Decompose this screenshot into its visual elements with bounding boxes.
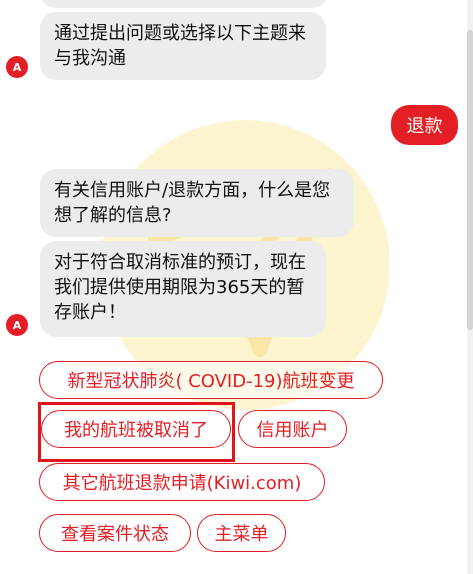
- bot-message-text: 有关信用账户/退款方面，什么是您想了解的信息?: [54, 180, 331, 226]
- bot-message-text: 对于符合取消标准的预订，现在我们提供使用期限为365天的暂存账户！: [54, 252, 306, 323]
- quick-reply-main-menu[interactable]: 主菜单: [197, 514, 286, 552]
- scrollbar-thumb[interactable]: [467, 30, 473, 330]
- highlight-box: [38, 402, 235, 462]
- bot-message: 通过提出问题或选择以下主题来与我沟通: [40, 12, 326, 80]
- quick-reply-label: 其它航班退款申请(Kiwi.com): [62, 473, 302, 494]
- bot-avatar: A: [6, 314, 28, 336]
- quick-reply-label: 主菜单: [214, 524, 269, 545]
- scrollbar[interactable]: [467, 0, 473, 574]
- bot-message: 有关信用账户/退款方面，什么是您想了解的信息?: [40, 169, 354, 237]
- quick-reply-covid-changes[interactable]: 新型冠状肺炎( COVID-19)航班变更: [39, 361, 383, 399]
- previous-message-bubble: [40, 0, 328, 8]
- quick-reply-label: 查看案件状态: [61, 524, 169, 545]
- quick-reply-credit-account[interactable]: 信用账户: [238, 410, 347, 448]
- user-message-text: 退款: [406, 116, 443, 137]
- user-message: 退款: [391, 105, 458, 145]
- bot-avatar-letter: A: [12, 318, 22, 332]
- quick-reply-case-status[interactable]: 查看案件状态: [39, 514, 191, 552]
- quick-reply-label: 信用账户: [256, 420, 329, 441]
- quick-reply-label: 新型冠状肺炎( COVID-19)航班变更: [67, 371, 355, 392]
- bot-avatar-letter: A: [12, 60, 22, 74]
- quick-reply-other-refund[interactable]: 其它航班退款申请(Kiwi.com): [39, 463, 325, 501]
- bot-message-text: 通过提出问题或选择以下主题来与我沟通: [54, 23, 306, 69]
- bot-avatar: A: [6, 56, 28, 78]
- bot-message: 对于符合取消标准的预订，现在我们提供使用期限为365天的暂存账户！: [40, 241, 326, 337]
